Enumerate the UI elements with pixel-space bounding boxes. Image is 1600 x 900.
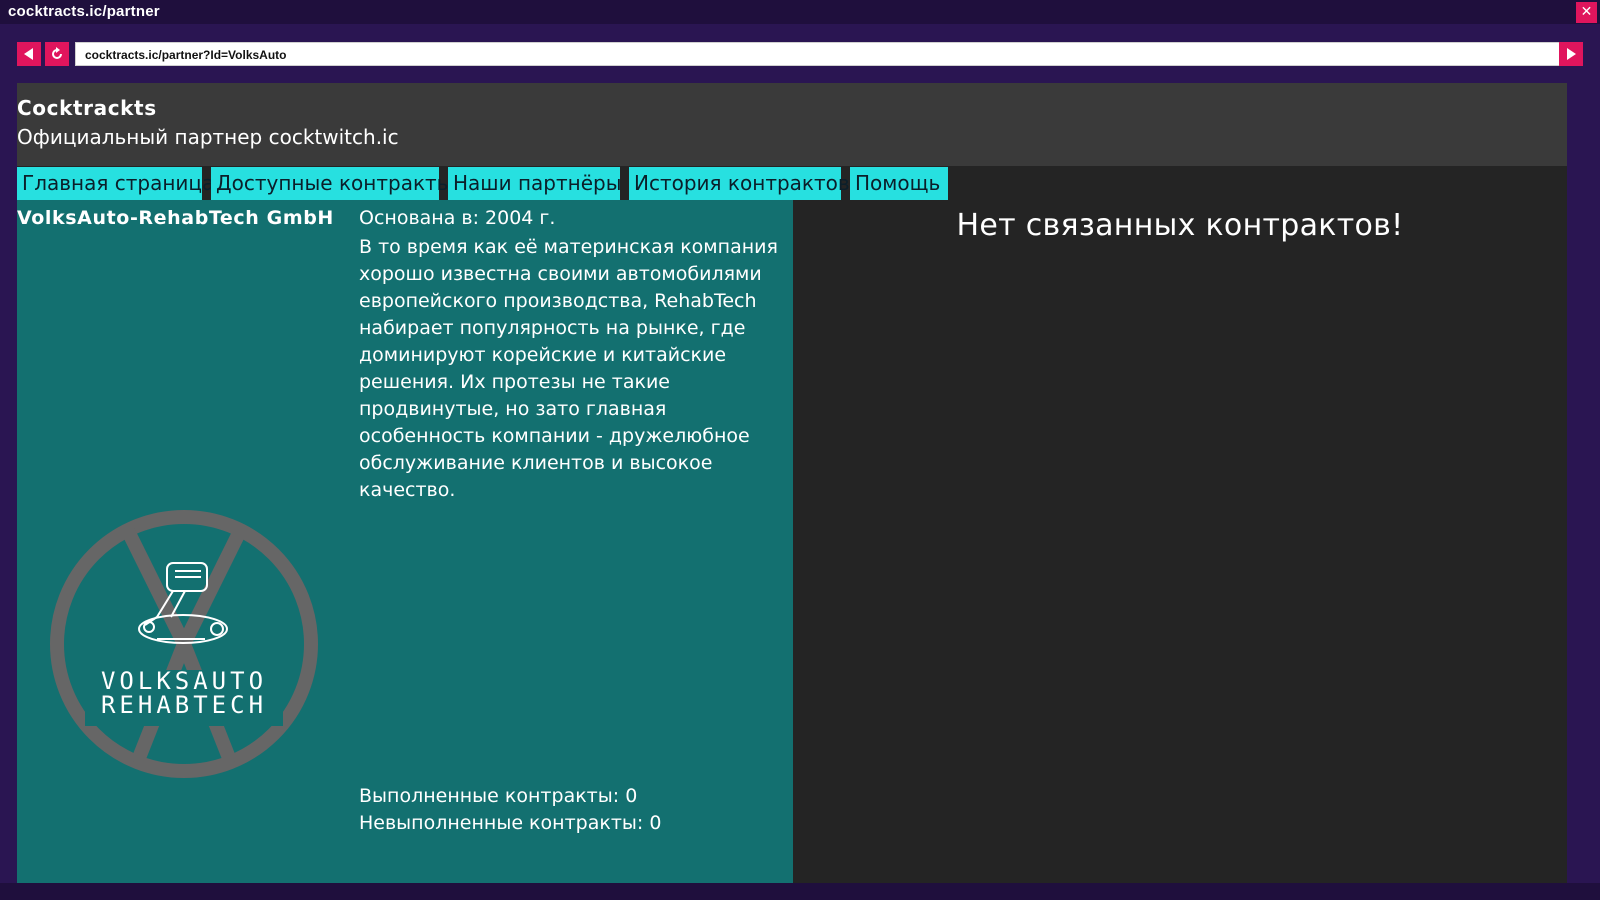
web-page: Cocktrackts Официальный партнер cocktwit… — [17, 83, 1567, 883]
partner-info-panel: VolksAuto-RehabTech GmbH Основана в: 200… — [17, 200, 793, 883]
back-button[interactable] — [17, 42, 41, 66]
partner-stats: Выполненные контракты: 0 Невыполненные к… — [359, 783, 661, 837]
tab-help[interactable]: Помощь — [850, 167, 948, 200]
site-tagline: Официальный партнер cocktwitch.ic — [17, 125, 399, 149]
no-contracts-message: Нет связанных контрактов! — [956, 208, 1404, 243]
partner-founded: Основана в: 2004 г. — [359, 207, 556, 229]
window-bottom-strip — [0, 883, 1600, 900]
site-header: Cocktrackts Официальный партнер cocktwit… — [17, 83, 1567, 166]
contracts-panel: Нет связанных контрактов! — [793, 200, 1567, 883]
partner-logo: VOLKSAUTO REHABTECH — [50, 510, 318, 778]
forward-button[interactable] — [1559, 42, 1583, 66]
tab-partners[interactable]: Наши партнёры — [448, 167, 622, 200]
tab-home[interactable]: Главная страница — [17, 167, 214, 200]
browser-window: cocktracts.ic/partner ✕ cocktracts.ic/pa… — [0, 0, 1600, 900]
back-arrow-icon — [24, 48, 33, 60]
partner-description: В то время как её материнская компания х… — [359, 236, 778, 501]
logo-text-line2: REHABTECH — [101, 691, 267, 719]
partner-name: VolksAuto-RehabTech GmbH — [17, 207, 334, 229]
site-brand: Cocktrackts — [17, 96, 157, 120]
reload-icon — [52, 47, 62, 59]
completed-contracts: Выполненные контракты: 0 — [359, 785, 638, 807]
tab-available-contracts[interactable]: Доступные контракты — [211, 167, 452, 200]
close-icon: ✕ — [1580, 4, 1593, 20]
reload-button[interactable] — [45, 42, 69, 66]
failed-contracts: Невыполненные контракты: 0 — [359, 812, 662, 834]
address-bar[interactable]: cocktracts.ic/partner?Id=VolksAuto — [75, 42, 1567, 66]
close-button[interactable]: ✕ — [1576, 2, 1597, 23]
tab-contract-history[interactable]: История контрактов — [629, 167, 850, 200]
forward-arrow-icon — [1567, 48, 1576, 60]
window-title: cocktracts.ic/partner — [8, 3, 160, 20]
title-bar: cocktracts.ic/partner ✕ — [0, 0, 1600, 24]
navigation-bar: cocktracts.ic/partner?Id=VolksAuto — [17, 42, 1583, 66]
